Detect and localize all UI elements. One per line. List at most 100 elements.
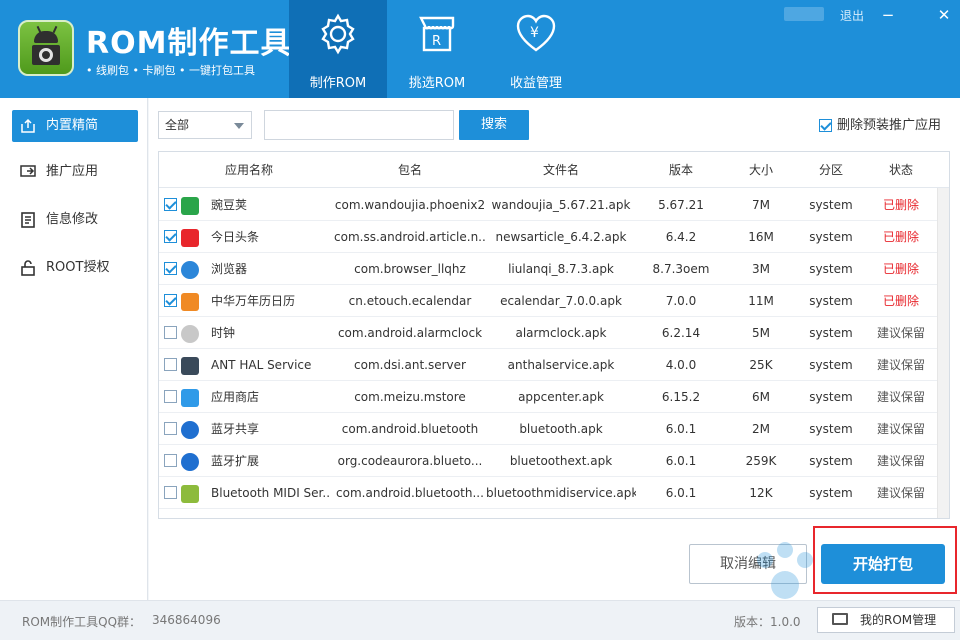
cell-package: com.android.bluetooth... <box>336 486 484 500</box>
delete-preinstalled-toggle[interactable]: 删除预装推广应用 <box>819 118 941 134</box>
cell-file: alarmclock.apk <box>515 326 607 340</box>
cell-version: 4.0.0 <box>665 358 697 372</box>
row-checkbox[interactable] <box>164 390 177 403</box>
clock-icon <box>181 325 199 343</box>
column-header: 应用名称 <box>224 163 273 177</box>
column-header: 包名 <box>397 163 422 177</box>
cell-status: 建议保留 <box>876 454 925 468</box>
cell-package: cn.etouch.ecalendar <box>348 294 472 308</box>
install-icon <box>20 165 36 177</box>
table-row[interactable]: 浏览器 com.browser_llqhz liulanqi_8.7.3.apk 8.… <box>159 253 937 285</box>
cell-version: 6.2.14 <box>661 326 701 340</box>
logout-link[interactable]: 退出 <box>840 7 864 24</box>
table-scrollbar[interactable] <box>937 188 949 518</box>
filter-select[interactable]: 全部 <box>158 111 252 139</box>
cell-partition: system <box>809 262 853 276</box>
table-row[interactable]: 蓝牙扩展 org.codeaurora.blueto... bluetoothext… <box>159 445 937 477</box>
sidebar-item-root-auth[interactable]: ROOT授权 <box>12 252 138 284</box>
cell-package: org.codeaurora.blueto... <box>337 454 483 468</box>
cell-name: ANT HAL Service <box>211 358 312 372</box>
cell-version: 6.0.1 <box>665 422 697 436</box>
table-header: 应用名称 包名 文件名 版本 大小 分区 状态 <box>159 152 949 188</box>
sidebar-item-builtin-trim[interactable]: 内置精简 <box>12 110 138 142</box>
calendar-icon <box>181 293 199 311</box>
close-icon[interactable]: ✕ <box>936 7 952 23</box>
cell-file: appcenter.apk <box>518 390 604 404</box>
cell-status: 已删除 <box>882 198 919 212</box>
cell-status: 建议保留 <box>876 486 925 500</box>
cell-file: wandoujia_5.67.21.apk <box>491 198 631 212</box>
row-checkbox[interactable] <box>164 326 177 339</box>
bluetooth-icon <box>181 421 199 439</box>
app-store-icon <box>181 389 199 407</box>
tab-make-rom-label: 制作ROM <box>309 76 367 91</box>
minimize-icon[interactable]: − <box>880 7 896 23</box>
cell-size: 5M <box>752 326 770 340</box>
cell-status: 已删除 <box>882 294 919 308</box>
cell-package: com.wandoujia.phoenix2 <box>334 198 486 212</box>
gear-icon <box>321 13 355 55</box>
cell-version: 5.67.21 <box>658 198 704 212</box>
bluetooth-icon <box>181 453 199 471</box>
table-row[interactable]: ANT HAL Service com.dsi.ant.server anthals… <box>159 349 937 381</box>
row-checkbox[interactable] <box>164 454 177 467</box>
wandoujia-icon <box>181 197 199 215</box>
row-checkbox[interactable] <box>164 262 177 275</box>
cell-version: 8.7.3oem <box>652 262 710 276</box>
delete-preinstalled-label: 删除预装推广应用 <box>837 118 942 133</box>
cell-partition: system <box>809 486 853 500</box>
cell-file: bluetooth.apk <box>519 422 603 436</box>
cell-package: com.dsi.ant.server <box>354 358 466 372</box>
table-row[interactable]: 时钟 com.android.alarmclock alarmclock.apk 6.… <box>159 317 937 349</box>
browser-icon <box>181 261 199 279</box>
delete-preinstalled-checkbox[interactable] <box>819 119 832 132</box>
table-row[interactable]: 豌豆荚 com.wandoujia.phoenix2 wandoujia_5.67.… <box>159 189 937 221</box>
my-rom-manage-label: 我的ROM管理 <box>860 613 937 627</box>
tab-select-rom[interactable]: R 挑选ROM <box>388 0 486 98</box>
cell-size: 11M <box>748 294 774 308</box>
cell-name: Bluetooth MIDI Ser... <box>211 486 331 500</box>
cell-size: 3M <box>752 262 770 276</box>
row-checkbox[interactable] <box>164 486 177 499</box>
sidebar: 内置精简 推广应用 信息修改 ROOT授权 <box>0 98 148 600</box>
row-checkbox[interactable] <box>164 294 177 307</box>
lock-icon <box>21 260 35 276</box>
cell-package: com.browser_llqhz <box>354 262 466 276</box>
cell-size: 2M <box>752 422 770 436</box>
qq-group-number: 346864096 <box>152 613 221 627</box>
cell-package: com.android.bluetooth <box>341 422 479 436</box>
cell-partition: system <box>809 294 853 308</box>
row-checkbox[interactable] <box>164 198 177 211</box>
heart-yen-icon: ¥ <box>516 14 556 52</box>
sidebar-item-label: 推广应用 <box>46 164 99 179</box>
ant-hal-icon <box>181 357 199 375</box>
cell-package: com.meizu.mstore <box>354 390 466 404</box>
cell-status: 建议保留 <box>876 390 925 404</box>
row-checkbox[interactable] <box>164 230 177 243</box>
cell-size: 6M <box>752 390 770 404</box>
cell-partition: system <box>809 198 853 212</box>
row-checkbox[interactable] <box>164 358 177 371</box>
cell-version: 6.0.1 <box>665 486 697 500</box>
table-row[interactable]: 蓝牙共享 com.android.bluetooth bluetooth.apk 6.… <box>159 413 937 445</box>
sidebar-item-promo-apps[interactable]: 推广应用 <box>12 156 138 188</box>
column-header: 大小 <box>748 163 773 177</box>
cell-size: 25K <box>749 358 773 372</box>
table-row[interactable]: 应用商店 com.meizu.mstore appcenter.apk 6.15.2 6… <box>159 381 937 413</box>
table-row[interactable]: Bluetooth MIDI Ser... com.android.bluetoo… <box>159 477 937 509</box>
cell-partition: system <box>809 358 853 372</box>
watermark-icon <box>757 542 813 599</box>
cell-size: 12K <box>749 486 773 500</box>
row-checkbox[interactable] <box>164 422 177 435</box>
android-robot-logo-icon <box>18 20 74 76</box>
column-header: 文件名 <box>542 163 579 177</box>
sidebar-item-info-edit[interactable]: 信息修改 <box>12 204 138 236</box>
cell-status: 建议保留 <box>876 358 925 372</box>
cell-package: com.ss.android.article.n... <box>334 230 486 244</box>
table-row[interactable]: 中华万年历日历 cn.etouch.ecalendar ecalendar_7.0.… <box>159 285 937 317</box>
search-button[interactable]: 搜索 <box>459 110 529 140</box>
tab-make-rom[interactable]: 制作ROM <box>289 0 387 98</box>
search-input[interactable] <box>264 110 454 140</box>
tab-revenue[interactable]: ¥ 收益管理 <box>487 0 585 98</box>
table-row[interactable]: 今日头条 com.ss.android.article.n... newsartic… <box>159 221 937 253</box>
